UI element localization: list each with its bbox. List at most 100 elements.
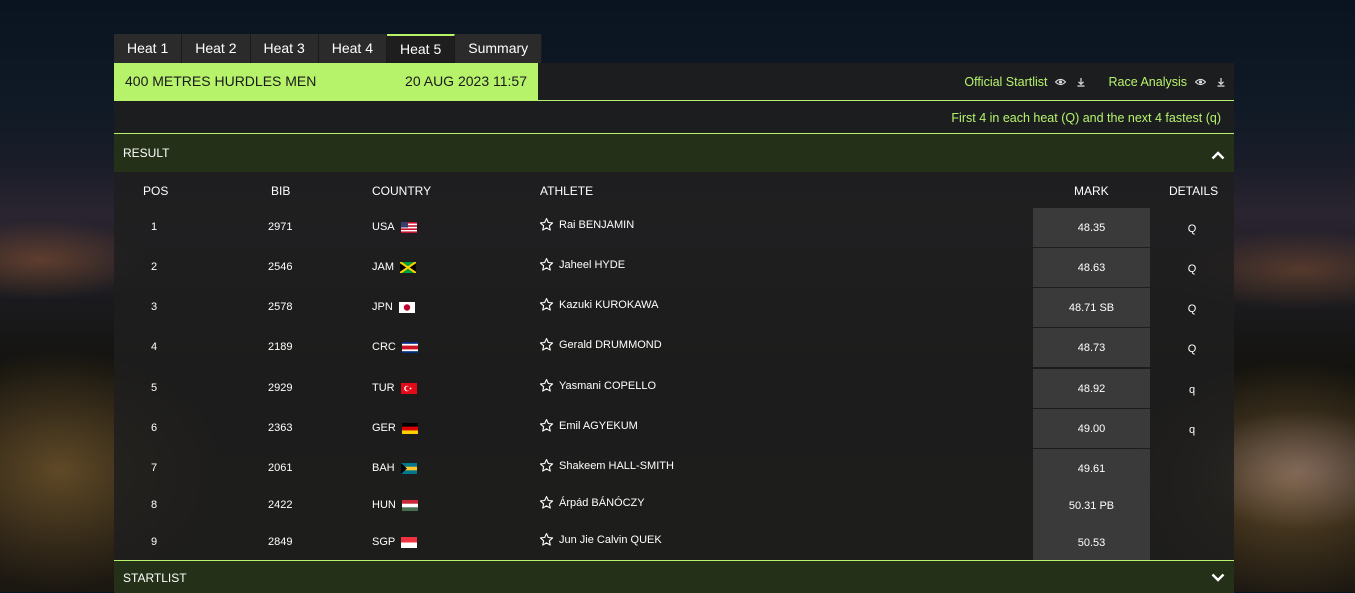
athlete-name[interactable]: Jaheel HYDE (559, 259, 625, 271)
row-position: 5 (151, 382, 158, 394)
row-qualification: Q (1187, 303, 1197, 315)
table-row: 5 2929 TUR Yasmani COPELLO 48.92 q (114, 369, 1234, 409)
country-code: HUN (372, 499, 396, 511)
country-code: SGP (372, 536, 396, 548)
crc-flag-icon (401, 341, 418, 353)
jpn-flag-icon (398, 301, 415, 313)
column-header-mark: MARK (1074, 184, 1109, 198)
eye-icon[interactable] (1195, 78, 1206, 86)
country-code: JPN (372, 301, 393, 313)
tab-summary[interactable]: Summary (455, 34, 543, 63)
row-mark: 49.00 (1077, 423, 1106, 435)
tab-heat-1[interactable]: Heat 1 (114, 34, 183, 63)
row-bib: 2363 (268, 422, 293, 434)
row-position: 1 (151, 221, 158, 233)
qualification-rule: First 4 in each heat (Q) and the next 4 … (951, 111, 1221, 125)
event-header: 400 METRES HURDLES MEN 20 AUG 2023 11:57… (114, 63, 1234, 101)
row-qualification: q (1188, 384, 1196, 396)
tab-heat-2[interactable]: Heat 2 (182, 34, 251, 63)
row-country: CRC (372, 341, 418, 353)
race-analysis-label: Race Analysis (1108, 75, 1187, 89)
row-bib: 2546 (268, 261, 293, 273)
favorite-star-icon[interactable] (539, 495, 554, 510)
download-icon[interactable] (1076, 77, 1086, 87)
tab-heat-4[interactable]: Heat 4 (318, 34, 387, 63)
column-header-athlete: ATHLETE (540, 184, 594, 198)
favorite-star-icon[interactable] (539, 458, 554, 473)
tur-flag-icon (400, 382, 417, 394)
row-mark: 48.71 SB (1068, 302, 1115, 314)
row-position: 9 (151, 536, 158, 548)
bah-flag-icon (400, 462, 417, 474)
row-position: 2 (151, 261, 158, 273)
athlete-name[interactable]: Shakeem HALL-SMITH (559, 460, 674, 472)
event-name: 400 METRES HURDLES MEN (125, 73, 317, 89)
athlete-name[interactable]: Gerald DRUMMOND (559, 339, 662, 351)
usa-flag-icon (400, 221, 417, 233)
tab-heat-5[interactable]: Heat 5 (387, 34, 456, 63)
row-position: 3 (151, 301, 158, 313)
row-qualification: Q (1187, 263, 1197, 275)
table-row: 6 2363 GER Emil AGYEKUM 49.00 q (114, 409, 1234, 449)
table-row: 9 2849 SGP Jun Jie Calvin QUEK 50.53 (114, 523, 1234, 563)
table-row: 8 2422 HUN Árpád BÁNÓCZY 50.31 PB (114, 486, 1234, 526)
country-code: GER (372, 422, 396, 434)
row-position: 6 (151, 422, 158, 434)
favorite-star-icon[interactable] (539, 257, 554, 272)
startlist-section-header[interactable]: STARTLIST (114, 560, 1234, 593)
row-mark: 48.92 (1077, 383, 1106, 395)
favorite-star-icon[interactable] (539, 217, 554, 232)
result-section-header[interactable]: RESULT (114, 134, 1234, 172)
event-date: 20 AUG 2023 11:57 (405, 73, 527, 89)
table-row: 7 2061 BAH Shakeem HALL-SMITH 49.61 (114, 449, 1234, 489)
column-header-country: COUNTRY (372, 184, 432, 198)
row-athlete: Rai BENJAMIN (539, 217, 634, 232)
table-row: 1 2971 USA Rai BENJAMIN 48.35 Q (114, 208, 1234, 248)
row-bib: 2929 (268, 382, 293, 394)
ger-flag-icon (401, 422, 418, 434)
table-row: 2 2546 JAM Jaheel HYDE 48.63 Q (114, 248, 1234, 288)
athlete-name[interactable]: Jun Jie Calvin QUEK (559, 534, 662, 546)
row-athlete: Gerald DRUMMOND (539, 337, 662, 352)
download-icon[interactable] (1216, 77, 1226, 87)
row-mark: 48.35 (1077, 222, 1106, 234)
row-bib: 2578 (268, 301, 293, 313)
country-code: TUR (372, 382, 395, 394)
favorite-star-icon[interactable] (539, 418, 554, 433)
favorite-star-icon[interactable] (539, 378, 554, 393)
favorite-star-icon[interactable] (539, 532, 554, 547)
official-startlist-link[interactable]: Official Startlist (964, 75, 1086, 89)
athlete-name[interactable]: Kazuki KUROKAWA (559, 299, 658, 311)
country-code: BAH (372, 462, 395, 474)
row-country: JPN (372, 301, 415, 313)
race-analysis-link[interactable]: Race Analysis (1108, 75, 1226, 89)
athlete-name[interactable]: Emil AGYEKUM (559, 420, 638, 432)
column-header-bib: BIB (271, 184, 291, 198)
row-bib: 2849 (268, 536, 293, 548)
row-athlete: Kazuki KUROKAWA (539, 297, 658, 312)
chevron-up-icon[interactable] (1211, 151, 1225, 160)
qualification-rule-row: First 4 in each heat (Q) and the next 4 … (114, 101, 1234, 134)
athlete-name[interactable]: Yasmani COPELLO (559, 380, 656, 392)
row-bib: 2971 (268, 221, 293, 233)
eye-icon[interactable] (1055, 78, 1067, 86)
country-code: JAM (372, 261, 394, 273)
favorite-star-icon[interactable] (539, 337, 554, 352)
row-athlete: Árpád BÁNÓCZY (539, 495, 645, 510)
column-header-details: DETAILS (1169, 184, 1219, 198)
row-mark: 50.31 PB (1068, 500, 1115, 512)
row-position: 8 (151, 499, 158, 511)
athlete-name[interactable]: Rai BENJAMIN (559, 219, 634, 231)
tab-heat-3[interactable]: Heat 3 (250, 34, 319, 63)
row-country: GER (372, 422, 418, 434)
row-athlete: Shakeem HALL-SMITH (539, 458, 674, 473)
result-section-label: RESULT (123, 146, 170, 160)
row-country: JAM (372, 260, 417, 274)
favorite-star-icon[interactable] (539, 297, 554, 312)
row-mark: 50.53 (1077, 537, 1106, 549)
chevron-down-icon[interactable] (1211, 573, 1225, 582)
row-mark: 48.63 (1077, 262, 1106, 274)
athlete-name[interactable]: Árpád BÁNÓCZY (559, 497, 645, 509)
row-country: HUN (372, 499, 418, 511)
hun-flag-icon (401, 499, 418, 511)
